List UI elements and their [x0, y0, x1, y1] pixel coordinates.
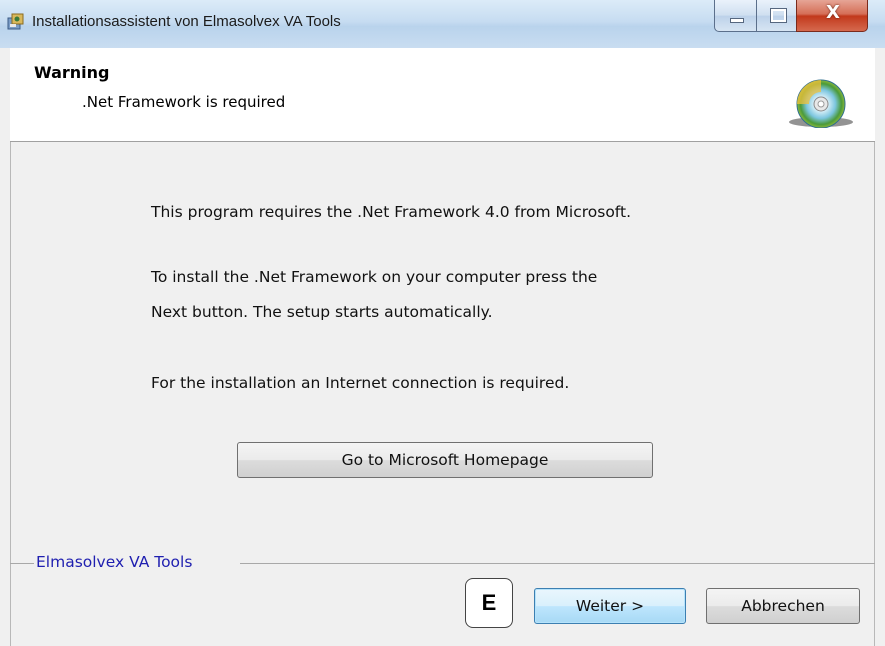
header-subtitle: .Net Framework is required	[82, 93, 286, 111]
e-badge: E	[465, 578, 513, 628]
group-label: Elmasolvex VA Tools	[36, 553, 193, 571]
minimize-icon	[730, 18, 744, 23]
install-instruction-text-2: Next button. The setup starts automatica…	[151, 303, 493, 321]
group-divider-left	[10, 563, 34, 564]
close-icon: X	[826, 2, 840, 23]
group-divider-right	[240, 563, 875, 564]
header-title: Warning	[34, 63, 110, 82]
requirement-text: This program requires the .Net Framework…	[151, 203, 631, 221]
installer-window: Installationsassistent von Elmasolvex VA…	[0, 0, 885, 646]
cd-icon	[789, 79, 853, 128]
microsoft-homepage-button[interactable]: Go to Microsoft Homepage	[237, 442, 653, 478]
maximize-button[interactable]	[756, 0, 797, 32]
close-button[interactable]: X	[796, 0, 868, 32]
next-button[interactable]: Weiter >	[534, 588, 686, 624]
wizard-header: Warning .Net Framework is required	[10, 48, 875, 142]
installer-app-icon	[7, 13, 24, 30]
minimize-button[interactable]	[714, 0, 757, 32]
cancel-button[interactable]: Abbrechen	[706, 588, 860, 624]
install-instruction-text-1: To install the .Net Framework on your co…	[151, 268, 598, 286]
internet-note-text: For the installation an Internet connect…	[151, 374, 570, 392]
title-bar[interactable]: Installationsassistent von Elmasolvex VA…	[0, 0, 885, 48]
maximize-icon	[770, 8, 787, 23]
window-title: Installationsassistent von Elmasolvex VA…	[32, 13, 341, 30]
